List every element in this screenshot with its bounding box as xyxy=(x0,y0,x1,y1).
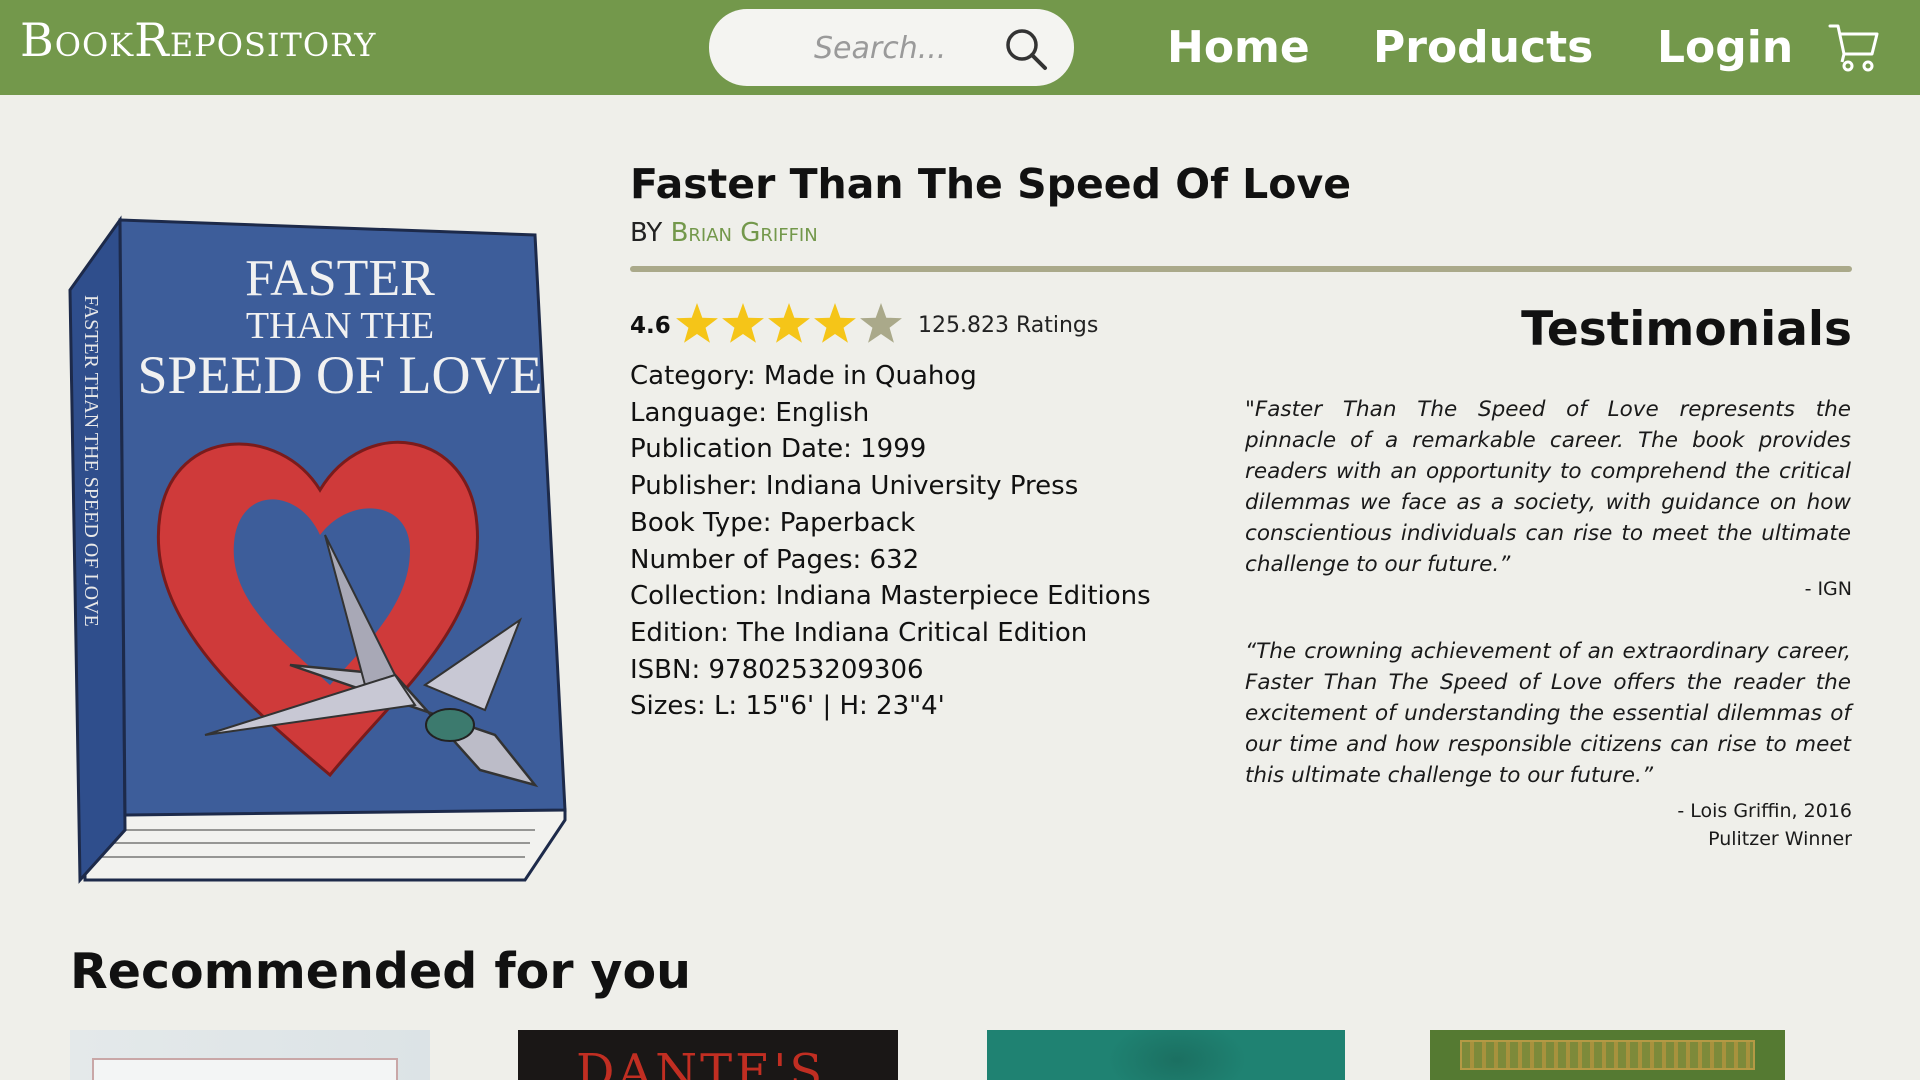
detail-isbn: ISBN: 9780253209306 xyxy=(630,654,924,685)
recommended-book-card[interactable] xyxy=(70,1030,430,1080)
top-nav-bar: BookRepository Home Products Login xyxy=(0,0,1920,95)
testimonial-quote: “The crowning achievement of an extraord… xyxy=(1245,639,1851,788)
recommended-heading: Recommended for you xyxy=(70,943,692,1000)
svg-text:BookRepository: BookRepository xyxy=(20,16,376,66)
ratings-count[interactable]: 125.823 Ratings xyxy=(918,313,1098,338)
svg-text:THAN THE: THAN THE xyxy=(246,305,434,347)
svg-text:FASTER THAN THE SPEED OF LOVE: FASTER THAN THE SPEED OF LOVE xyxy=(80,295,102,627)
recommended-book-cover xyxy=(1107,1030,1247,1080)
recommended-book-card[interactable]: DANTE'S xyxy=(518,1030,898,1080)
testimonials-heading: Testimonials xyxy=(1521,302,1852,357)
nav-login-link[interactable]: Login xyxy=(1657,22,1793,73)
book-title: Faster Than The Speed Of Love xyxy=(630,160,1352,208)
recommended-book-card[interactable] xyxy=(1430,1030,1785,1080)
recommended-book-card[interactable] xyxy=(987,1030,1345,1080)
recommended-book-cover-text: DANTE'S xyxy=(576,1044,826,1080)
star-filled-icon xyxy=(676,303,718,343)
search-button[interactable] xyxy=(1004,27,1048,71)
svg-text:FASTER: FASTER xyxy=(245,250,435,307)
rating-stars xyxy=(676,303,902,343)
author-link[interactable]: Brian Griffin xyxy=(671,218,818,248)
testimonial-author-name: - Lois Griffin, 2016 xyxy=(1677,800,1852,822)
book-details-list: Category: Made in Quahog Language: Engli… xyxy=(630,358,1151,725)
detail-collection: Collection: Indiana Masterpiece Editions xyxy=(630,581,1151,612)
detail-language: Language: English xyxy=(630,397,870,428)
search-input[interactable] xyxy=(814,29,984,67)
star-filled-icon xyxy=(814,303,856,343)
star-empty-icon xyxy=(860,303,902,343)
detail-edition: Edition: The Indiana Critical Edition xyxy=(630,617,1088,648)
book-cover-image: FASTER THAN THE SPEED OF LOVE FASTER THA… xyxy=(65,215,575,885)
site-logo[interactable]: BookRepository xyxy=(20,13,490,77)
nav-products-link[interactable]: Products xyxy=(1373,22,1593,73)
nav-home-link[interactable]: Home xyxy=(1167,22,1310,73)
cart-button[interactable] xyxy=(1828,20,1880,72)
testimonial-author-title: Pulitzer Winner xyxy=(1708,828,1852,850)
recommended-book-cover xyxy=(1460,1040,1755,1070)
rating-value: 4.6 xyxy=(630,313,671,339)
book-byline: BY Brian Griffin xyxy=(630,218,818,248)
svg-text:SPEED OF LOVE: SPEED OF LOVE xyxy=(137,345,542,405)
detail-page-count: Number of Pages: 632 xyxy=(630,544,920,575)
testimonial-author: - Lois Griffin, 2016 Pulitzer Winner xyxy=(1677,797,1852,853)
detail-publisher: Publisher: Indiana University Press xyxy=(630,471,1079,502)
recommended-book-cover xyxy=(92,1058,398,1080)
star-filled-icon xyxy=(768,303,810,343)
cart-icon xyxy=(1828,24,1879,72)
detail-category: Category: Made in Quahog xyxy=(630,361,977,391)
detail-sizes: Sizes: L: 15"6' | H: 23"4' xyxy=(630,691,945,722)
star-filled-icon xyxy=(722,303,764,343)
book-cover-illustration: FASTER THAN THE SPEED OF LOVE FASTER THA… xyxy=(68,215,567,884)
search-box xyxy=(709,9,1074,86)
testimonial-author-name: - IGN xyxy=(1804,578,1852,600)
detail-publication-date: Publication Date: 1999 xyxy=(630,434,927,465)
title-divider xyxy=(630,266,1852,272)
search-icon xyxy=(1006,29,1047,70)
testimonial-quote: "Faster Than The Speed of Love represent… xyxy=(1245,397,1851,577)
by-label: BY xyxy=(630,218,663,248)
testimonial-author: - IGN xyxy=(1805,575,1852,603)
detail-book-type: Book Type: Paperback xyxy=(630,507,916,538)
site-logo-text: BookRepository xyxy=(20,13,376,67)
